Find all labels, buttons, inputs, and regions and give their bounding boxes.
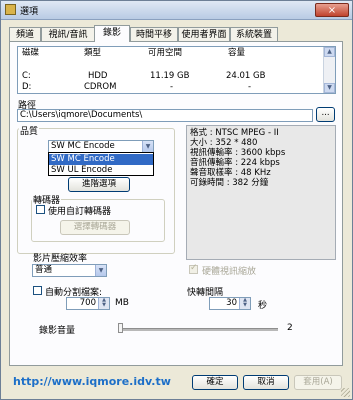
drive-type-cell: CDROM <box>84 82 117 92</box>
quick-jump-stepper[interactable]: 30 ▲ ▼ <box>209 297 251 310</box>
resize-grip-icon[interactable] <box>341 388 350 397</box>
tab-timeshift[interactable]: 時間平移 <box>130 27 178 41</box>
quality-option[interactable]: SW MC Encode <box>49 154 153 165</box>
record-volume-slider[interactable] <box>118 323 123 333</box>
advanced-options-button[interactable]: 進階選項 <box>68 177 130 192</box>
close-button[interactable]: × <box>315 3 349 17</box>
drive-type-cell: HDD <box>88 71 108 81</box>
auto-split-checkbox[interactable] <box>33 286 42 295</box>
cancel-button[interactable]: 取消 <box>243 375 289 390</box>
select-transcoder-button[interactable]: 選擇轉碼器 <box>60 220 130 235</box>
record-time-line: 可錄時間 : 382 分鐘 <box>190 178 269 188</box>
split-size-value: 700 <box>79 298 96 308</box>
app-icon <box>5 4 16 15</box>
custom-transcoder-checkbox[interactable] <box>36 205 45 214</box>
record-volume-track[interactable] <box>118 328 278 331</box>
drive-list[interactable]: 磁碟 類型 可用空間 容量 C: HDD 11.19 GB 24.01 GB D… <box>17 46 336 94</box>
website-url[interactable]: http://www.iqmore.idv.tw <box>13 375 171 388</box>
hw-scaling-label: 硬體視訊縮放 <box>202 267 257 277</box>
options-window: 選項 × 頻道 視訊/音訊 錄影 時間平移 使用者界面 系統裝置 磁碟 類型 可… <box>0 0 353 400</box>
split-size-stepper[interactable]: 700 ▲ ▼ <box>66 297 110 310</box>
tab-recording[interactable]: 錄影 <box>94 25 130 42</box>
compression-select[interactable]: 普通 ▼ <box>32 264 107 277</box>
column-header-drive[interactable]: 磁碟 <box>22 47 39 59</box>
apply-button[interactable]: 套用(A) <box>294 375 342 390</box>
record-volume-value: 2 <box>287 323 293 333</box>
compression-selected-value: 普通 <box>35 265 53 275</box>
drive-cell[interactable]: C: <box>22 71 31 82</box>
path-input[interactable]: C:\Users\iqmore\Documents\ <box>17 109 313 122</box>
column-header-capacity[interactable]: 容量 <box>228 47 245 59</box>
browse-button[interactable]: ... <box>316 107 335 122</box>
column-header-type[interactable]: 類型 <box>84 47 101 59</box>
tab-video-audio[interactable]: 視訊/音訊 <box>41 27 95 41</box>
drive-list-scrollbar[interactable]: ▲ ▼ <box>323 47 335 93</box>
chevron-down-icon[interactable]: ▼ <box>95 265 106 276</box>
stepper-arrows-icon[interactable]: ▲ ▼ <box>98 298 109 309</box>
chevron-down-icon[interactable]: ▼ <box>142 141 153 152</box>
format-info-box: 格式 : NTSC MPEG - II 大小 : 352 * 480 視訊傳輸率… <box>186 125 336 260</box>
stepper-arrows-icon[interactable]: ▲ ▼ <box>239 298 250 309</box>
custom-transcoder-label: 使用自訂轉碼器 <box>48 207 112 217</box>
drive-cell[interactable]: D: <box>22 82 31 93</box>
scroll-down-icon[interactable]: ▼ <box>324 83 335 93</box>
tab-channels[interactable]: 頻道 <box>9 27 41 41</box>
record-volume-label: 錄影音量 <box>39 326 76 336</box>
window-title: 選項 <box>20 7 39 17</box>
quality-label: 品質 <box>19 124 40 137</box>
drive-capacity-cell: 24.01 GB <box>226 71 266 81</box>
tab-system-devices[interactable]: 系統裝置 <box>230 27 278 41</box>
quick-jump-unit: 秒 <box>258 301 268 311</box>
split-size-unit: MB <box>115 298 129 308</box>
drive-capacity-cell: - <box>248 82 252 92</box>
column-header-free[interactable]: 可用空間 <box>148 47 182 59</box>
recording-panel: 磁碟 類型 可用空間 容量 C: HDD 11.19 GB 24.01 GB D… <box>9 41 343 366</box>
drive-free-cell: - <box>170 82 174 92</box>
compression-label: 影片壓縮效率 <box>33 254 88 264</box>
scroll-up-icon[interactable]: ▲ <box>324 47 335 57</box>
quick-jump-value: 30 <box>226 298 237 308</box>
hw-scaling-checkbox[interactable] <box>189 263 198 274</box>
quality-selected-value: SW MC Encode <box>51 141 115 151</box>
title-bar[interactable]: 選項 × <box>1 1 352 20</box>
quality-option[interactable]: SW UL Encode <box>49 165 153 176</box>
tab-user-interface[interactable]: 使用者界面 <box>178 27 230 41</box>
ok-button[interactable]: 確定 <box>192 375 238 390</box>
drive-free-cell: 11.19 GB <box>150 71 190 81</box>
quality-options-list[interactable]: SW MC Encode SW UL Encode <box>48 152 154 176</box>
